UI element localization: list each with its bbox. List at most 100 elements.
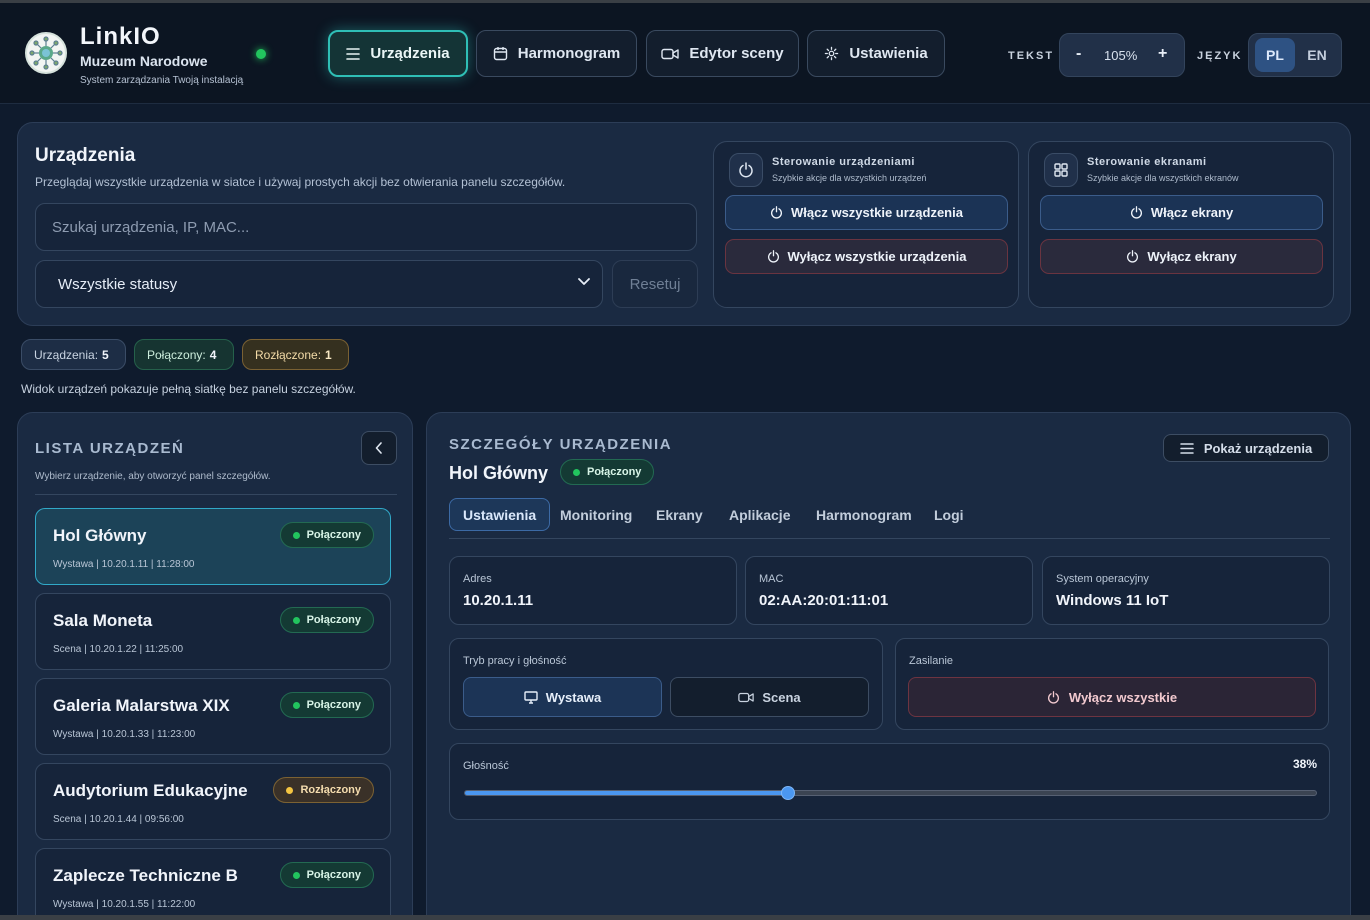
divider (449, 538, 1330, 539)
volume-label: Głośność (463, 760, 509, 772)
status-filter-select[interactable]: Wszystkie statusy (35, 260, 603, 308)
status-badge: Połączony (279, 522, 374, 548)
zoom-value: 105% (1104, 48, 1138, 63)
nav-devices-button[interactable]: Urządzenia (328, 30, 468, 77)
device-card-hol-glowny[interactable]: Hol Główny Wystawa | 10.20.1.11 | 11:28:… (35, 508, 391, 585)
device-details-panel: SZCZEGÓŁY URZĄDZENIA Hol Główny Połączon… (426, 412, 1351, 920)
details-device-name: Hol Główny (449, 463, 548, 483)
total-devices-badge: Urządzenia: 5 (21, 339, 126, 370)
mac-card: MAC 02:AA:20:01:11:01 (745, 556, 1033, 625)
online-status-dot (256, 49, 266, 59)
device-card-zaplecze[interactable]: Zaplecze Techniczne B Wystawa | 10.20.1.… (35, 848, 391, 920)
device-control-title: Sterowanie urządzeniami (772, 156, 915, 168)
all-devices-off-label: Wyłącz wszystkie urządzenia (787, 249, 967, 264)
tab-screens[interactable]: Ekrany (656, 498, 703, 531)
status-dot (292, 531, 300, 539)
show-devices-button[interactable]: Pokaż urządzenia (1163, 434, 1329, 462)
volume-slider[interactable] (464, 786, 1317, 800)
lang-en-button[interactable]: EN (1297, 38, 1337, 72)
page-description: Przeglądaj wszystkie urządzenia w siatce… (35, 175, 566, 189)
reset-button[interactable]: Resetuj (612, 260, 698, 308)
device-list-subtitle: Wybierz urządzenie, aby otworzyć panel s… (35, 471, 271, 482)
menu-icon (346, 47, 361, 60)
details-title: SZCZEGÓŁY URZĄDZENIA (449, 436, 673, 453)
nav-schedule-button[interactable]: Harmonogram (476, 30, 637, 77)
device-name: Audytorium Edukacyjne (53, 781, 248, 800)
language-switch: PL EN (1248, 33, 1342, 77)
connected-count: 4 (209, 347, 217, 362)
address-label: Adres (463, 573, 492, 585)
tab-schedule[interactable]: Harmonogram (816, 498, 912, 531)
address-card: Adres 10.20.1.11 (449, 556, 737, 625)
device-name: Zaplecze Techniczne B (53, 866, 238, 885)
screen-control-title: Sterowanie ekranami (1087, 156, 1207, 168)
all-devices-on-button[interactable]: Włącz wszystkie urządzenia (725, 195, 1008, 230)
zoom-plus-button[interactable]: + (1158, 45, 1167, 63)
gear-icon (825, 46, 839, 61)
screen-control-card: Sterowanie ekranami Szybkie akcje dla ws… (1028, 141, 1334, 308)
brand-title: LinkIO (80, 23, 161, 50)
screens-on-label: Włącz ekrany (1150, 205, 1234, 220)
all-devices-off-button[interactable]: Wyłącz wszystkie urządzenia (725, 239, 1008, 274)
nav-settings-label: Ustawienia (849, 45, 928, 62)
text-size-label: TEKST (1008, 50, 1055, 62)
details-status-badge: Połączony (560, 459, 655, 485)
disconnected-count: 1 (325, 347, 332, 362)
lang-pl-button[interactable]: PL (1255, 38, 1295, 72)
mode-stage-label: Scena (762, 689, 801, 705)
show-devices-label: Pokaż urządzenia (1203, 440, 1313, 456)
device-list-panel: LISTA URZĄDZEŃ Wybierz urządzenie, aby o… (17, 412, 413, 920)
mode-stage-button[interactable]: Scena (670, 677, 869, 717)
power-off-all-button[interactable]: Wyłącz wszystkie (908, 677, 1316, 717)
status-dot (286, 786, 294, 794)
screens-off-label: Wyłącz ekrany (1147, 249, 1237, 264)
power-card: Zasilanie Wyłącz wszystkie (895, 638, 1329, 730)
os-card: System operacyjny Windows 11 IoT (1042, 556, 1330, 625)
nav-devices-label: Urządzenia (370, 45, 450, 62)
connected-label: Połączony: (147, 347, 206, 362)
status-badge: Rozłączony (273, 777, 374, 803)
chevron-left-icon (375, 442, 382, 454)
tab-logs[interactable]: Logi (934, 498, 964, 531)
nav-scene-editor-button[interactable]: Edytor sceny (646, 30, 799, 77)
disconnected-label: Rozłączone: (255, 347, 322, 362)
screens-off-button[interactable]: Wyłącz ekrany (1040, 239, 1323, 274)
language-label: JĘZYK (1197, 50, 1243, 62)
grid-icon (1044, 153, 1078, 187)
screens-on-button[interactable]: Włącz ekrany (1040, 195, 1323, 230)
tab-monitoring[interactable]: Monitoring (560, 498, 632, 531)
zoom-minus-button[interactable]: - (1076, 45, 1081, 63)
status-badge: Połączony (279, 692, 374, 718)
collapse-list-button[interactable] (361, 431, 397, 465)
status-badge-label: Rozłączony (300, 784, 361, 796)
device-card-sala-moneta[interactable]: Sala Moneta Scena | 10.20.1.22 | 11:25:0… (35, 593, 391, 670)
mode-label: Tryb pracy i głośność (463, 655, 567, 667)
device-name: Sala Moneta (53, 611, 153, 630)
logo-icon (25, 32, 67, 74)
volume-value: 38% (1292, 757, 1317, 771)
device-card-audytorium[interactable]: Audytorium Edukacyjne Scena | 10.20.1.44… (35, 763, 391, 840)
search-input[interactable] (35, 203, 697, 251)
power-label: Zasilanie (909, 655, 954, 667)
tab-settings[interactable]: Ustawienia (449, 498, 551, 531)
device-meta: Scena | 10.20.1.22 | 11:25:00 (53, 644, 184, 655)
calendar-icon (493, 47, 507, 61)
status-filter-value: Wszystkie statusy (58, 275, 178, 293)
status-badge-label: Połączony (306, 614, 361, 626)
tab-apps[interactable]: Aplikacje (729, 498, 790, 531)
device-card-galeria-malarstwa[interactable]: Galeria Malarstwa XIX Wystawa | 10.20.1.… (35, 678, 391, 755)
os-label: System operacyjny (1056, 573, 1149, 585)
nav-settings-button[interactable]: Ustawienia (807, 30, 945, 77)
mac-label: MAC (759, 573, 784, 585)
screen-control-subtitle: Szybkie akcje dla wszystkich ekranów (1087, 173, 1239, 183)
device-control-subtitle: Szybkie akcje dla wszystkich urządzeń (772, 173, 927, 183)
status-dot (292, 701, 300, 709)
mode-exhibition-button[interactable]: Wystawa (463, 677, 662, 717)
window-frame-bottom (0, 915, 1370, 920)
page-title: Urządzenia (35, 145, 136, 166)
device-meta: Scena | 10.20.1.44 | 09:56:00 (53, 814, 184, 825)
video-icon (738, 692, 755, 702)
total-devices-count: 5 (102, 347, 109, 362)
all-devices-on-label: Włącz wszystkie urządzenia (791, 205, 963, 220)
volume-slider-thumb[interactable] (781, 786, 796, 800)
